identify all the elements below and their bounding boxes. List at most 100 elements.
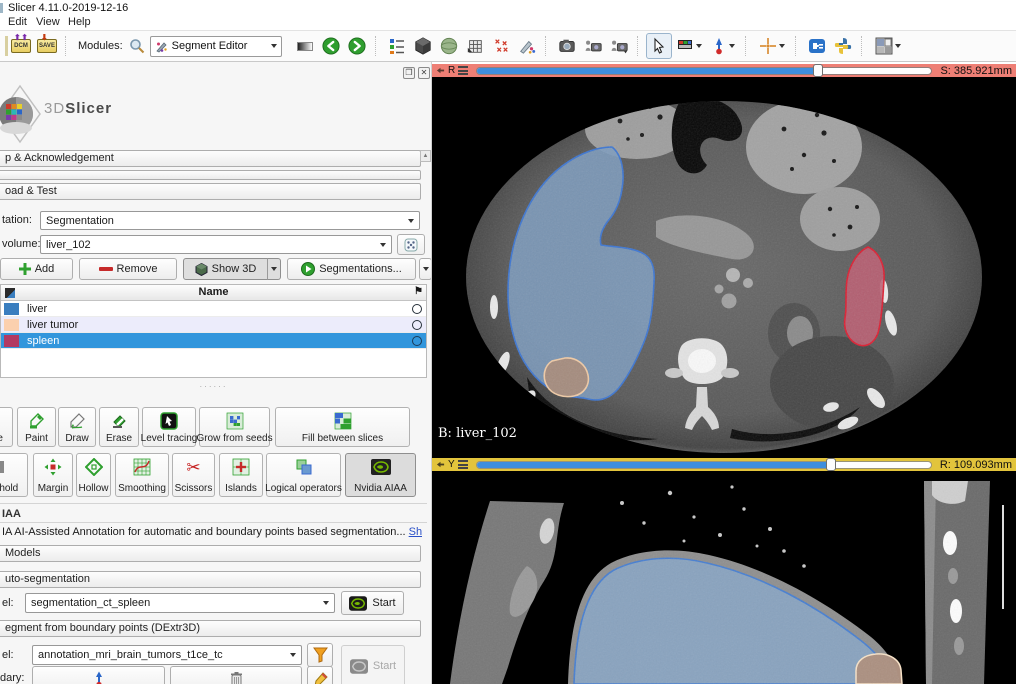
python-console-button[interactable] <box>830 33 856 59</box>
close-panel-button[interactable]: ✕ <box>418 67 430 79</box>
segmentations-module-button[interactable]: Segmentations... <box>287 258 416 280</box>
data-module-button[interactable] <box>410 33 436 59</box>
autoseg-start-button[interactable]: Start <box>341 591 404 615</box>
slider-handle[interactable] <box>826 458 836 471</box>
segmentations-dropdown-button[interactable] <box>419 258 432 280</box>
add-segment-button[interactable]: Add <box>0 258 73 280</box>
undo-redo-history-button[interactable] <box>292 33 318 59</box>
module-list-button[interactable] <box>384 33 410 59</box>
remove-segment-button[interactable]: Remove <box>79 258 177 280</box>
effect-none-button[interactable]: None <box>0 407 13 447</box>
smoothing-icon <box>133 458 151 476</box>
segment-name[interactable]: liver <box>27 303 412 315</box>
window-level-button[interactable] <box>672 33 706 59</box>
collapsed-section[interactable] <box>0 170 421 180</box>
transforms-button[interactable] <box>462 33 488 59</box>
aiaa-description-text: IA AI-Assisted Annotation for automatic … <box>2 526 409 538</box>
module-search-button[interactable] <box>127 33 147 59</box>
volume-options-button[interactable] <box>397 234 425 255</box>
segment-row-spleen[interactable]: spleen <box>1 333 426 349</box>
segment-row-liver[interactable]: liver <box>1 301 426 317</box>
place-boundary-point-button[interactable] <box>32 666 165 684</box>
undock-panel-button[interactable]: ❐ <box>403 67 415 79</box>
show-3d-dropdown-button[interactable] <box>267 258 281 280</box>
toolbar-separator <box>861 36 868 56</box>
scene-view-restore-button[interactable] <box>606 33 632 59</box>
axial-slice-slider[interactable] <box>476 67 932 75</box>
annotation-model-combobox[interactable]: annotation_mri_brain_tumors_t1ce_tc <box>32 645 302 665</box>
place-fiducial-button[interactable] <box>706 33 740 59</box>
segment-name[interactable]: liver tumor <box>27 319 412 331</box>
markups-button[interactable] <box>488 33 514 59</box>
effect-smoothing-button[interactable]: Smoothing <box>115 453 169 497</box>
menu-view[interactable]: View <box>36 16 60 28</box>
load-dicom-button[interactable]: DCM⬆⬆ <box>8 33 34 59</box>
splitter-handle[interactable]: ······ <box>0 382 427 391</box>
cube-3d-icon <box>195 263 208 276</box>
boundary-points-section[interactable]: egment from boundary points (DExtr3D) <box>0 620 421 637</box>
segment-row-liver-tumor[interactable]: liver tumor <box>1 317 426 333</box>
effect-label: Hollow <box>78 483 108 494</box>
menu-edit[interactable]: Edit <box>8 16 27 28</box>
effect-logical-operators-button[interactable]: Logical operators <box>266 453 341 497</box>
show-3d-button[interactable]: Show 3D <box>183 258 268 280</box>
slice-menu-icon[interactable] <box>458 460 468 469</box>
effect-paint-button[interactable]: Paint <box>17 407 56 447</box>
master-volume-combobox[interactable]: liver_102 <box>40 235 392 254</box>
effect-nvidia-aiaa-button[interactable]: Nvidia AIAA <box>345 453 416 497</box>
segment-color-swatch[interactable] <box>4 319 19 331</box>
effect-margin-button[interactable]: Margin <box>33 453 73 497</box>
pin-icon[interactable] <box>436 66 445 75</box>
layout-selector-button[interactable] <box>870 33 906 59</box>
effect-threshold-button[interactable]: Threshold <box>0 453 28 497</box>
slice-menu-icon[interactable] <box>458 66 468 75</box>
axial-slice-view[interactable]: B: liver_102 <box>432 77 1016 458</box>
effect-fill-between-slices-button[interactable]: Fill between slices <box>275 407 410 447</box>
effect-erase-button[interactable]: Erase <box>99 407 139 447</box>
effect-hollow-button[interactable]: Hollow <box>76 453 111 497</box>
scroll-up-button[interactable]: ▲ <box>420 150 431 162</box>
edit-boundary-button[interactable] <box>307 666 333 684</box>
pin-icon[interactable] <box>436 460 445 469</box>
effect-scissors-button[interactable]: ✂ Scissors <box>172 453 215 497</box>
segment-name[interactable]: spleen <box>27 335 412 347</box>
delete-boundary-points-button[interactable] <box>170 666 302 684</box>
sagittal-slice-view[interactable] <box>432 471 1016 684</box>
menu-help[interactable]: Help <box>68 16 91 28</box>
effect-label: Fill between slices <box>302 433 383 444</box>
effect-grow-from-seeds-button[interactable]: Grow from seeds <box>199 407 270 447</box>
segment-color-swatch[interactable] <box>4 303 19 315</box>
help-acknowledgement-section[interactable]: p & Acknowledgement <box>0 150 421 167</box>
filter-models-button[interactable] <box>307 643 333 667</box>
segment-status-icon[interactable] <box>412 320 422 330</box>
segment-status-icon[interactable] <box>412 336 422 346</box>
segmentation-combobox[interactable]: Segmentation <box>40 211 420 230</box>
extensions-manager-button[interactable] <box>804 33 830 59</box>
annotations-button[interactable] <box>514 33 540 59</box>
scene-view-capture-button[interactable] <box>580 33 606 59</box>
segment-status-icon[interactable] <box>412 304 422 314</box>
section-divider <box>0 503 427 504</box>
effect-level-tracing-button[interactable]: Level tracing <box>142 407 196 447</box>
reload-test-section[interactable]: oad & Test <box>0 183 421 200</box>
screenshot-button[interactable] <box>554 33 580 59</box>
effect-draw-button[interactable]: Draw <box>58 407 96 447</box>
segment-color-swatch[interactable] <box>4 335 19 347</box>
model-combobox[interactable]: segmentation_ct_spleen <box>25 593 335 613</box>
module-selector[interactable]: Segment Editor <box>150 36 282 57</box>
volume-rendering-button[interactable] <box>436 33 462 59</box>
auto-segmentation-section[interactable]: uto-segmentation <box>0 571 421 588</box>
module-forward-button[interactable] <box>344 33 370 59</box>
start-label: Start <box>372 597 395 609</box>
module-back-button[interactable] <box>318 33 344 59</box>
models-section[interactable]: Models <box>0 545 421 562</box>
show-details-link[interactable]: Show details. <box>409 526 422 538</box>
interaction-mode-button[interactable] <box>646 33 672 59</box>
effect-label: Smoothing <box>118 483 166 494</box>
save-button[interactable]: SAVE⬇ <box>34 33 60 59</box>
effect-islands-button[interactable]: Islands <box>219 453 263 497</box>
sagittal-slice-slider[interactable] <box>476 461 932 469</box>
crosshair-button[interactable] <box>754 33 790 59</box>
slider-handle[interactable] <box>813 64 823 77</box>
axial-slice-bar: R S: 385.921mm <box>432 64 1016 77</box>
